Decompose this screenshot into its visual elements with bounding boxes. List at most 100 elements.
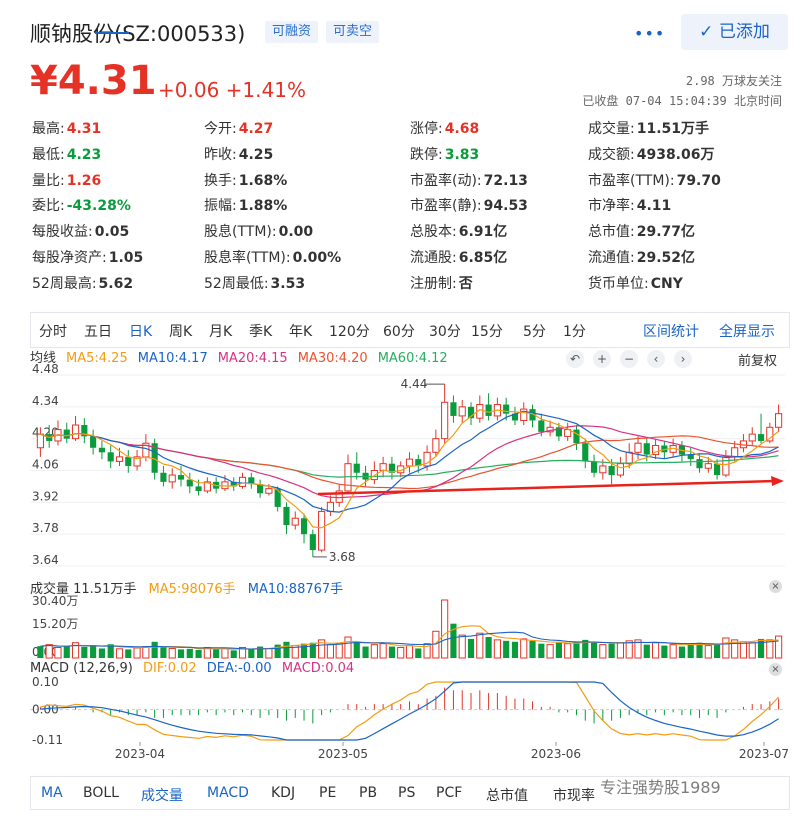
volume-bar (265, 647, 273, 659)
volume-bar (704, 645, 712, 659)
volume-bar (748, 642, 756, 659)
candle-body (616, 463, 624, 476)
volume-bar (353, 641, 360, 658)
volume-bar (485, 637, 492, 658)
candle-body (731, 447, 739, 458)
volume-bar (590, 642, 598, 658)
volume-bar (651, 642, 660, 659)
indicator-tab[interactable]: 成交量 (141, 785, 183, 805)
close-macd-icon[interactable]: × (769, 663, 782, 676)
volume-bar (564, 643, 572, 659)
volume-bar (775, 635, 783, 659)
macd-tick-label: -0.11 (32, 733, 63, 747)
volume-bar (546, 644, 554, 659)
candle-body (309, 534, 316, 551)
candle-body (450, 402, 457, 416)
volume-bar (248, 649, 255, 658)
watermark: 专注强势股1989 (600, 778, 721, 797)
volume-bar (370, 644, 378, 659)
indicator-tab[interactable]: BOLL (83, 785, 119, 801)
volume-bar (37, 646, 44, 658)
high-annotation: 4.44 (401, 377, 428, 391)
macd-dif-line (40, 681, 780, 741)
candle-body (748, 433, 756, 442)
volume-bar (397, 647, 405, 659)
candle-body (775, 413, 783, 428)
volume-bar (388, 646, 395, 658)
volume-bar (714, 644, 721, 658)
volume-bar (739, 641, 748, 659)
candle-body (36, 433, 44, 449)
candle-body (432, 438, 440, 453)
volume-bar (133, 647, 141, 659)
candle-body (168, 474, 176, 483)
volume-ma5-line (40, 625, 779, 650)
volume-bar (115, 648, 124, 659)
candle-body (125, 456, 132, 466)
candle-body (318, 510, 326, 551)
indicator-tab[interactable]: PB (359, 785, 377, 801)
candle-body (625, 451, 633, 465)
volume-bar (616, 642, 624, 659)
kline-chart[interactable]: 4.484.344.204.063.923.783.644.443.6830.4… (0, 0, 800, 820)
price-tick-label: 4.06 (32, 458, 59, 472)
volume-bar (186, 648, 193, 658)
candle-body (441, 401, 449, 440)
indicator-tab[interactable]: MACD (207, 785, 249, 801)
volume-bar (177, 649, 185, 658)
indicator-tab[interactable]: PS (398, 785, 415, 801)
indicator-tab[interactable]: PCF (436, 785, 462, 801)
volume-bar (300, 643, 308, 658)
candle-body (115, 456, 124, 462)
volume-bar (160, 647, 167, 658)
date-tick-label: 2023-07 (739, 747, 789, 761)
date-tick-label: 2023-06 (531, 747, 581, 761)
close-volume-icon[interactable]: × (769, 580, 782, 593)
candle-body (704, 463, 712, 469)
volume-bar (98, 648, 105, 658)
volume-bar (81, 646, 88, 658)
volume-bar (221, 648, 229, 659)
volume-tick-label: 15.20万 (32, 617, 78, 631)
volume-bar (661, 645, 668, 658)
volume-bar (476, 632, 484, 659)
support-arrow-head (771, 476, 784, 486)
candle-body (485, 404, 492, 416)
volume-bar (213, 649, 220, 658)
volume-bar (344, 636, 352, 659)
candle-body (503, 404, 510, 414)
volume-bar (335, 643, 343, 659)
price-tick-label: 3.92 (32, 489, 59, 503)
candle-body (608, 465, 615, 476)
indicator-tab[interactable]: MA (41, 785, 63, 801)
candle-body (71, 424, 80, 440)
indicator-tab[interactable]: 总市值 (486, 785, 528, 805)
volume-bar (458, 634, 466, 659)
indicator-tab[interactable]: KDJ (271, 785, 295, 801)
candle-body (195, 486, 202, 491)
candle-body (300, 518, 308, 535)
candle-body (177, 475, 185, 480)
volume-bar (195, 649, 202, 658)
candle-body (274, 488, 281, 507)
volume-bar (168, 647, 176, 659)
volume-bar (142, 646, 150, 659)
volume-bar (405, 645, 414, 659)
indicator-tab[interactable]: PE (319, 785, 336, 801)
indicator-tab[interactable]: 市现率 (553, 785, 595, 805)
candle-body (696, 459, 703, 469)
date-tick-label: 2023-05 (318, 747, 368, 761)
macd-tick-label: 0.00 (32, 703, 59, 717)
candle-body (353, 463, 360, 473)
volume-bar (309, 642, 316, 658)
volume-bar (643, 644, 650, 658)
candle-body (326, 501, 334, 512)
volume-bar (573, 641, 580, 658)
volume-bar (45, 644, 53, 659)
candle-body (98, 447, 105, 453)
volume-bar (362, 646, 369, 658)
date-tick-label: 2023-04 (115, 747, 165, 761)
candle-body (291, 517, 299, 526)
price-tick-label: 4.34 (32, 394, 59, 408)
candle-body (265, 488, 273, 494)
